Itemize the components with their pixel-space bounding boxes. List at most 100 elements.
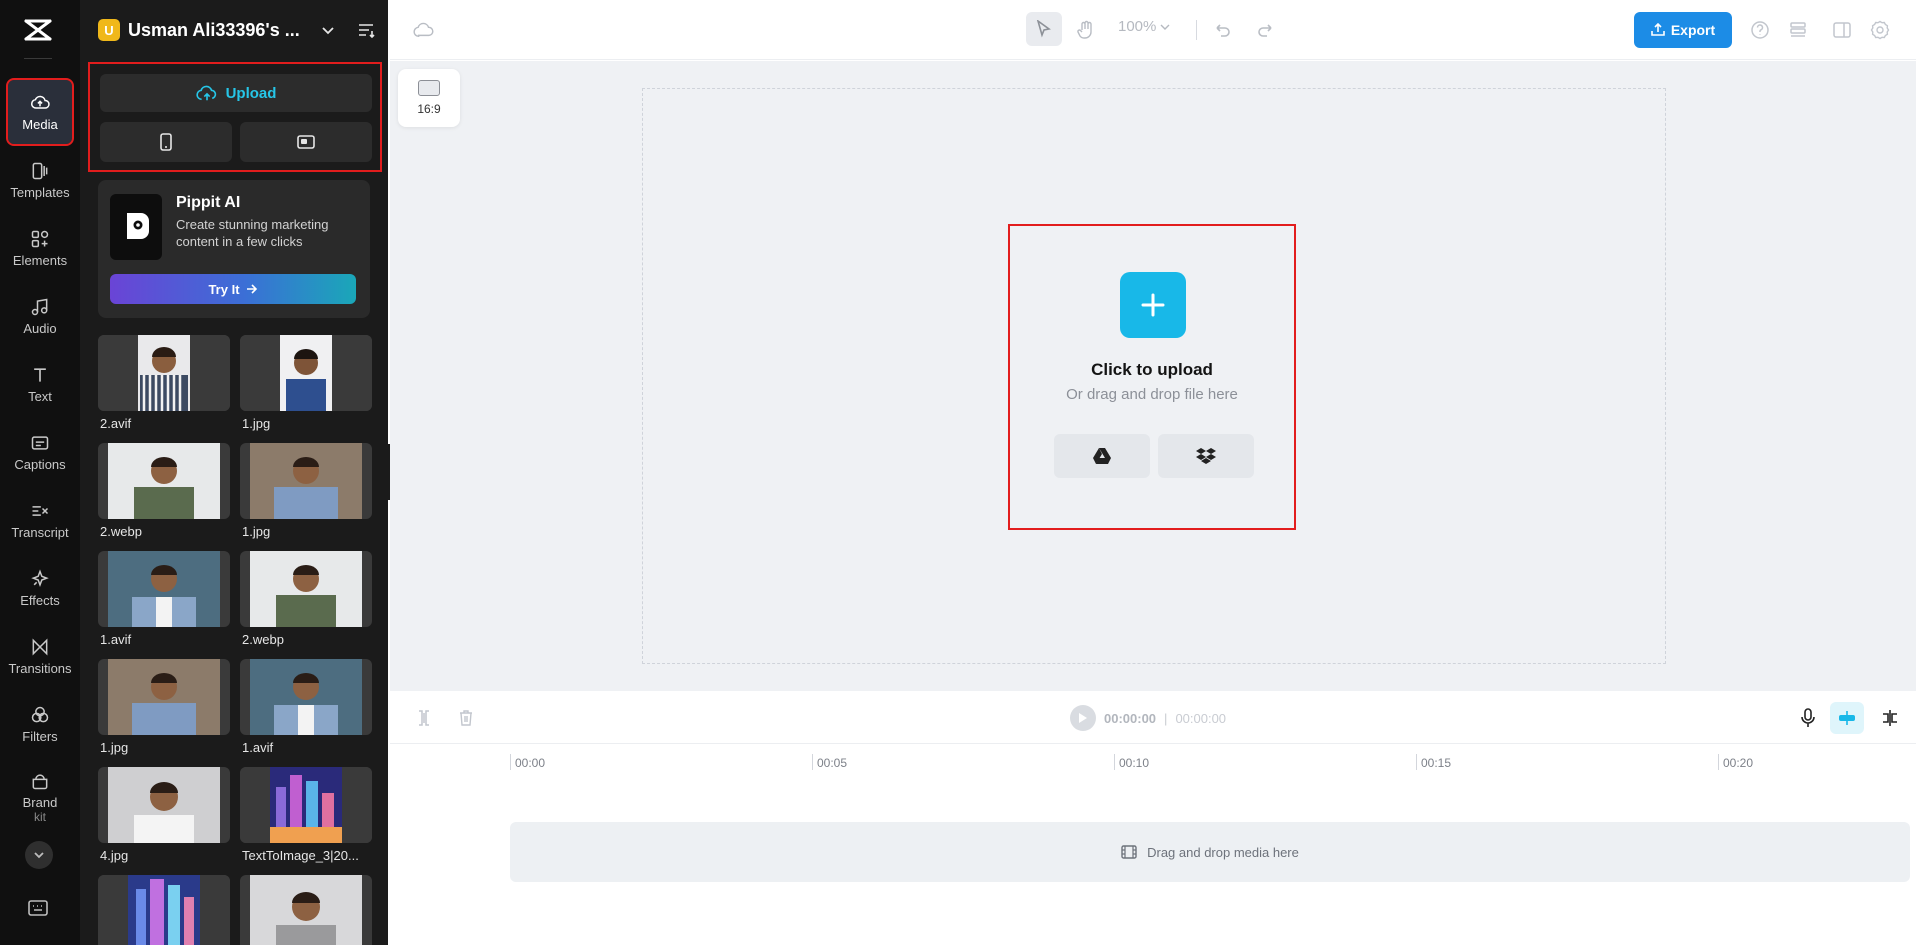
chevron-down-icon[interactable]: [320, 22, 336, 38]
rail-label: Text: [28, 388, 52, 404]
rail-label: Templates: [10, 184, 70, 200]
rail-item-filters[interactable]: Filters: [8, 692, 72, 756]
media-filename: 1.jpg: [100, 740, 129, 755]
filters-icon: [31, 706, 49, 722]
upload-from-phone-button[interactable]: [100, 122, 232, 162]
rail-item-transcript[interactable]: Transcript: [8, 488, 72, 552]
media-thumbnail[interactable]: [240, 443, 372, 519]
top-toolbar: 100% Export: [390, 0, 1916, 60]
media-thumbnail[interactable]: [240, 551, 372, 627]
aspect-ratio-button[interactable]: 16:9: [398, 69, 460, 127]
media-thumbnail[interactable]: [98, 443, 230, 519]
zoom-value: 100%: [1118, 18, 1157, 35]
workspace-header[interactable]: U Usman Ali33396's ...: [98, 16, 380, 44]
media-thumbnail[interactable]: [98, 767, 230, 843]
rail-item-templates[interactable]: Templates: [8, 148, 72, 212]
delete-icon[interactable]: [456, 708, 476, 728]
upload-drop-zone[interactable]: Click to upload Or drag and drop file he…: [1008, 224, 1296, 530]
media-thumbnail[interactable]: [98, 659, 230, 735]
media-filename: TextToImage_3|20...: [242, 848, 359, 863]
select-tool-button[interactable]: [1026, 12, 1062, 46]
text-icon: [34, 367, 46, 382]
click-to-upload-text: Click to upload: [1091, 360, 1213, 379]
keyboard-icon[interactable]: [26, 898, 50, 918]
media-thumbnail[interactable]: [98, 335, 230, 411]
media-filename: 1.avif: [100, 632, 132, 647]
rail-label: Transitions: [8, 660, 72, 676]
export-button[interactable]: Export: [1634, 12, 1732, 48]
media-thumbnail[interactable]: [240, 875, 372, 945]
media-filename: 1.jpg: [242, 524, 271, 539]
rail-item-elements[interactable]: Elements: [8, 216, 72, 280]
export-icon: [1651, 23, 1665, 36]
redo-icon[interactable]: [1254, 18, 1278, 42]
current-time: 00:00:00: [1104, 710, 1157, 726]
google-drive-button[interactable]: [1054, 434, 1150, 478]
hand-tool-icon[interactable]: [1074, 18, 1098, 42]
rail-label: Captions: [14, 456, 66, 472]
transitions-icon: [32, 638, 48, 655]
layers-icon[interactable]: [1786, 18, 1810, 42]
panel-layout-icon[interactable]: [1830, 18, 1854, 42]
export-label: Export: [1670, 22, 1716, 38]
media-thumbnail[interactable]: [98, 875, 230, 945]
media-thumbnail[interactable]: [240, 335, 372, 411]
media-thumbnail[interactable]: [240, 659, 372, 735]
ruler-tick-line: [510, 754, 511, 770]
playback-controls: 00:00:00 | 00:00:00: [1070, 704, 1226, 732]
captions-icon: [31, 435, 49, 450]
rail-label: Effects: [20, 592, 60, 608]
auto-snap-toggle[interactable]: [1830, 702, 1864, 734]
rail-label: Elements: [12, 252, 68, 268]
workspace-name: Usman Ali33396's ...: [128, 19, 300, 40]
brand-kit-icon: [32, 773, 48, 789]
timeline-drop-hint: Drag and drop media here: [1147, 844, 1299, 860]
rail-item-effects[interactable]: Effects: [8, 556, 72, 620]
undo-icon[interactable]: [1210, 18, 1234, 42]
media-thumbnail[interactable]: [98, 551, 230, 627]
rail-item-audio[interactable]: Audio: [8, 284, 72, 348]
rail-label: Media: [22, 116, 58, 132]
add-media-button[interactable]: [1120, 272, 1186, 338]
aspect-ratio-label: 16:9: [417, 102, 441, 116]
rail-item-transitions[interactable]: Transitions: [8, 624, 72, 688]
media-filename: 1.avif: [242, 740, 274, 755]
media-filename: 2.avif: [100, 416, 132, 431]
snap-icon: [1839, 711, 1855, 725]
try-it-label: Try It: [208, 281, 240, 297]
settings-icon[interactable]: [1868, 18, 1892, 42]
rail-label: Transcript: [11, 524, 69, 540]
upload-button[interactable]: Upload: [100, 74, 372, 112]
media-thumbnail[interactable]: [240, 767, 372, 843]
rail-item-text[interactable]: Text: [8, 352, 72, 416]
total-time: 00:00:00: [1175, 710, 1227, 726]
record-screen-button[interactable]: [240, 122, 372, 162]
toolbar-divider: [1196, 20, 1197, 40]
rail-item-captions[interactable]: Captions: [8, 420, 72, 484]
dropbox-button[interactable]: [1158, 434, 1254, 478]
upload-label: Upload: [225, 84, 277, 102]
chevron-down-icon[interactable]: [25, 841, 53, 869]
help-icon[interactable]: [1748, 18, 1772, 42]
play-button[interactable]: [1070, 705, 1096, 731]
rail-divider: [24, 58, 52, 59]
zoom-select[interactable]: 100%: [1118, 18, 1170, 35]
rail-label: Audio: [23, 320, 57, 336]
pippit-logo: [110, 194, 162, 260]
split-view-icon[interactable]: [1880, 708, 1900, 728]
try-it-button[interactable]: Try It: [110, 274, 356, 304]
upload-highlight-box: Upload: [88, 62, 382, 172]
ruler-label: 00:20: [1723, 756, 1754, 770]
cloud-sync-icon[interactable]: [412, 18, 436, 42]
capcut-logo-icon[interactable]: [18, 14, 58, 46]
templates-icon: [32, 162, 48, 179]
sort-icon[interactable]: [356, 20, 376, 40]
split-icon[interactable]: [414, 708, 434, 728]
rail-item-brand-kit[interactable]: Brand kit: [8, 762, 72, 832]
timeline-drop-track[interactable]: Drag and drop media here: [510, 822, 1910, 882]
ruler-tick-line: [1416, 754, 1417, 770]
dropbox-icon: [1196, 448, 1216, 464]
rail-item-media[interactable]: Media: [6, 78, 74, 146]
microphone-icon[interactable]: [1798, 708, 1818, 728]
ruler-label: 00:10: [1119, 756, 1150, 770]
